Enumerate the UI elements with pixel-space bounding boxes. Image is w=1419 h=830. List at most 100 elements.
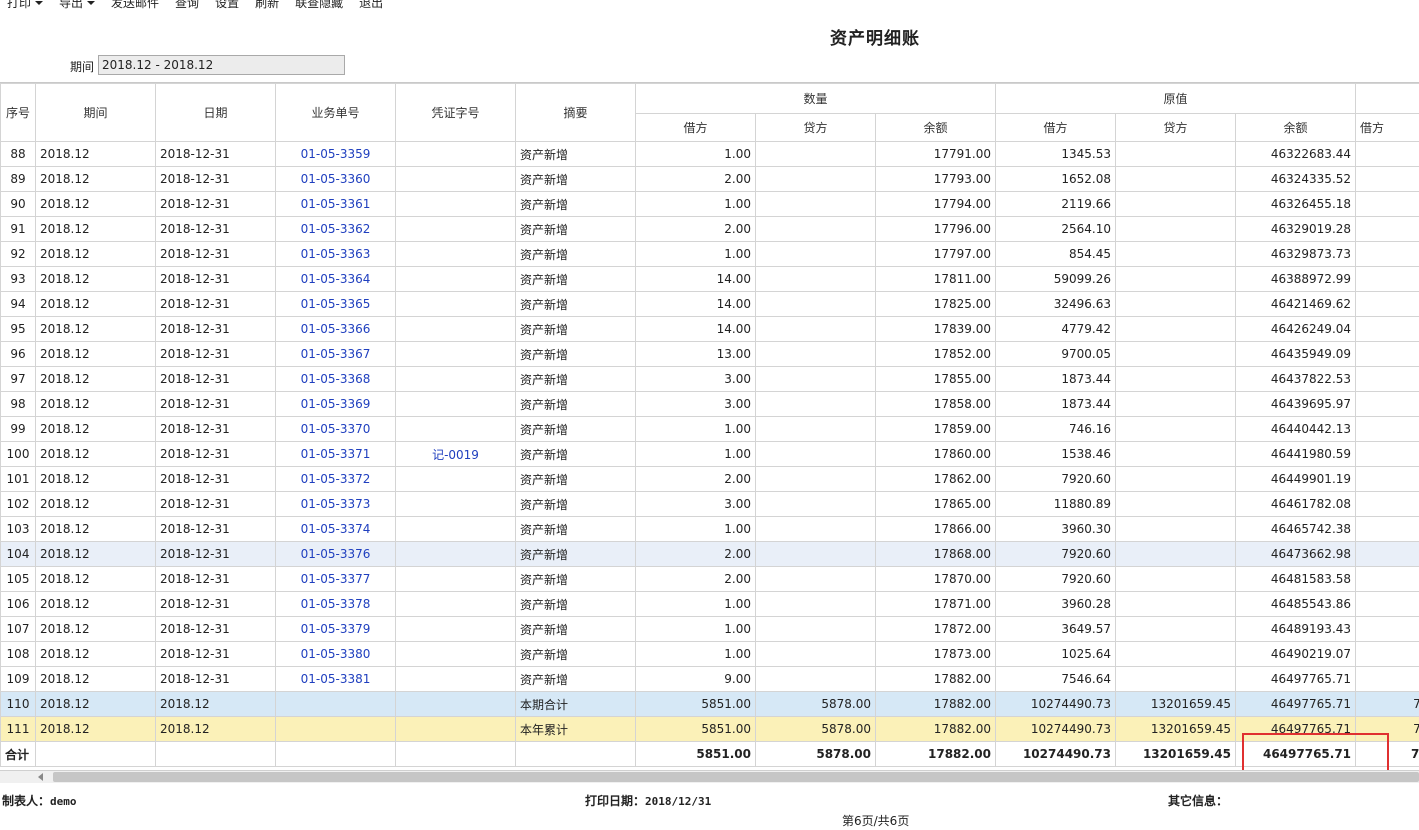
table-row[interactable]: 106 2018.12 2018-12-31 01-05-3378 资产新增 1.00 17… bbox=[0, 591, 1419, 617]
row-period: 2018.12 bbox=[35, 416, 156, 442]
row-biz-no[interactable]: 01-05-3366 bbox=[275, 316, 396, 342]
table-row[interactable]: 95 2018.12 2018-12-31 01-05-3366 资产新增 14.00 17… bbox=[0, 316, 1419, 342]
table-row[interactable]: 110 2018.12 2018.12 本期合计 5851.00 5878.00 17882… bbox=[0, 691, 1419, 717]
refresh-button[interactable]: 刷新 bbox=[248, 0, 288, 11]
joint-hide-button[interactable]: 联查隐藏 bbox=[288, 0, 352, 11]
row-biz-no[interactable]: 01-05-3368 bbox=[275, 366, 396, 392]
row-voucher bbox=[395, 341, 516, 367]
header-date[interactable]: 日期 bbox=[155, 83, 276, 142]
row-qty-credit bbox=[755, 391, 876, 417]
row-qty-credit bbox=[755, 591, 876, 617]
header-next-group bbox=[1355, 83, 1419, 114]
row-qty-balance: 17793.00 bbox=[874, 166, 997, 192]
header-ov-credit[interactable]: 贷方 bbox=[1115, 113, 1237, 142]
row-voucher bbox=[395, 666, 516, 692]
row-biz-no[interactable]: 01-05-3380 bbox=[275, 641, 396, 667]
table-row[interactable]: 109 2018.12 2018-12-31 01-05-3381 资产新增 9.00 17… bbox=[0, 666, 1419, 692]
row-biz-no[interactable]: 01-05-3359 bbox=[275, 141, 396, 167]
table-row[interactable]: 104 2018.12 2018-12-31 01-05-3376 资产新增 2.00 17… bbox=[0, 541, 1419, 567]
header-period[interactable]: 期间 bbox=[35, 83, 156, 142]
row-biz-no[interactable]: 01-05-3371 bbox=[275, 441, 396, 467]
scroll-left-icon[interactable] bbox=[38, 773, 43, 781]
row-ov-debit: 9700.05 bbox=[995, 341, 1117, 367]
table-row[interactable]: 111 2018.12 2018.12 本年累计 5851.00 5878.00 17882… bbox=[0, 716, 1419, 742]
query-button[interactable]: 查询 bbox=[168, 0, 208, 11]
header-qty-balance[interactable]: 余额 bbox=[874, 113, 997, 142]
table-row[interactable]: 92 2018.12 2018-12-31 01-05-3363 资产新增 1.00 177… bbox=[0, 241, 1419, 267]
table-row[interactable]: 98 2018.12 2018-12-31 01-05-3369 资产新增 3.00 178… bbox=[0, 391, 1419, 417]
horizontal-scrollbar[interactable] bbox=[0, 770, 1419, 783]
row-ov-debit: 59099.26 bbox=[995, 266, 1117, 292]
table-row[interactable]: 97 2018.12 2018-12-31 01-05-3368 资产新增 3.00 178… bbox=[0, 366, 1419, 392]
row-ov-credit bbox=[1115, 316, 1237, 342]
row-biz-no[interactable]: 01-05-3378 bbox=[275, 591, 396, 617]
row-qty-debit: 3.00 bbox=[635, 366, 756, 392]
table-row[interactable]: 102 2018.12 2018-12-31 01-05-3373 资产新增 3.00 17… bbox=[0, 491, 1419, 517]
ledger-grid[interactable]: 序号 期间 日期 业务单号 凭证字号 摘要 数量 原值 借方 贷方 余额 借方 … bbox=[0, 82, 1419, 771]
row-biz-no[interactable]: 01-05-3376 bbox=[275, 541, 396, 567]
row-biz-no[interactable]: 01-05-3369 bbox=[275, 391, 396, 417]
print-menu[interactable]: 打印 bbox=[0, 0, 52, 11]
export-menu[interactable]: 导出 bbox=[52, 0, 104, 11]
row-biz-no[interactable]: 01-05-3361 bbox=[275, 191, 396, 217]
table-row[interactable]: 94 2018.12 2018-12-31 01-05-3365 资产新增 14.00 17… bbox=[0, 291, 1419, 317]
row-summary: 资产新增 bbox=[515, 316, 636, 342]
row-seq: 92 bbox=[0, 241, 36, 267]
table-row[interactable]: 88 2018.12 2018-12-31 01-05-3359 资产新增 1.00 177… bbox=[0, 141, 1419, 167]
row-biz-no[interactable]: 01-05-3360 bbox=[275, 166, 396, 192]
row-qty-credit bbox=[755, 516, 876, 542]
row-biz-no[interactable]: 01-05-3379 bbox=[275, 616, 396, 642]
row-biz-no[interactable]: 01-05-3381 bbox=[275, 666, 396, 692]
row-period: 2018.12 bbox=[35, 566, 156, 592]
header-qty-debit[interactable]: 借方 bbox=[635, 113, 756, 142]
row-seq: 101 bbox=[0, 466, 36, 492]
table-row[interactable]: 99 2018.12 2018-12-31 01-05-3370 资产新增 1.00 178… bbox=[0, 416, 1419, 442]
table-row[interactable]: 105 2018.12 2018-12-31 01-05-3377 资产新增 2.00 17… bbox=[0, 566, 1419, 592]
header-qty-credit[interactable]: 贷方 bbox=[755, 113, 876, 142]
row-extra bbox=[1355, 591, 1419, 617]
header-voucher[interactable]: 凭证字号 bbox=[395, 83, 516, 142]
row-summary: 资产新增 bbox=[515, 441, 636, 467]
row-qty-debit: 1.00 bbox=[635, 416, 756, 442]
table-row[interactable]: 101 2018.12 2018-12-31 01-05-3372 资产新增 2.00 17… bbox=[0, 466, 1419, 492]
exit-button[interactable]: 退出 bbox=[352, 0, 392, 11]
table-row[interactable]: 107 2018.12 2018-12-31 01-05-3379 资产新增 1.00 17… bbox=[0, 616, 1419, 642]
row-biz-no[interactable]: 01-05-3367 bbox=[275, 341, 396, 367]
row-biz-no[interactable]: 01-05-3363 bbox=[275, 241, 396, 267]
row-qty-credit bbox=[755, 241, 876, 267]
settings-button[interactable]: 设置 bbox=[208, 0, 248, 11]
row-biz-no[interactable]: 01-05-3370 bbox=[275, 416, 396, 442]
row-biz-no[interactable]: 01-05-3373 bbox=[275, 491, 396, 517]
row-qty-credit bbox=[755, 291, 876, 317]
header-ov-debit[interactable]: 借方 bbox=[995, 113, 1117, 142]
row-qty-debit: 1.00 bbox=[635, 141, 756, 167]
row-ov-credit bbox=[1115, 466, 1237, 492]
header-seq[interactable]: 序号 bbox=[0, 83, 36, 142]
table-row[interactable]: 90 2018.12 2018-12-31 01-05-3361 资产新增 1.00 177… bbox=[0, 191, 1419, 217]
table-row[interactable]: 91 2018.12 2018-12-31 01-05-3362 资产新增 2.00 177… bbox=[0, 216, 1419, 242]
row-voucher bbox=[395, 541, 516, 567]
row-extra bbox=[1355, 291, 1419, 317]
table-row[interactable]: 96 2018.12 2018-12-31 01-05-3367 资产新增 13.00 17… bbox=[0, 341, 1419, 367]
table-row[interactable]: 100 2018.12 2018-12-31 01-05-3371 记-0019 资产新增… bbox=[0, 441, 1419, 467]
table-row[interactable]: 108 2018.12 2018-12-31 01-05-3380 资产新增 1.00 17… bbox=[0, 641, 1419, 667]
table-row[interactable]: 93 2018.12 2018-12-31 01-05-3364 资产新增 14.00 17… bbox=[0, 266, 1419, 292]
row-extra bbox=[1355, 516, 1419, 542]
row-voucher[interactable]: 记-0019 bbox=[395, 441, 516, 467]
send-mail-button[interactable]: 发送邮件 bbox=[104, 0, 168, 11]
table-row[interactable]: 103 2018.12 2018-12-31 01-05-3374 资产新增 1.00 17… bbox=[0, 516, 1419, 542]
scrollbar-thumb[interactable] bbox=[53, 772, 1419, 782]
row-extra bbox=[1355, 466, 1419, 492]
row-biz-no[interactable]: 01-05-3365 bbox=[275, 291, 396, 317]
row-biz-no[interactable]: 01-05-3362 bbox=[275, 216, 396, 242]
header-next-debit[interactable]: 借方 bbox=[1355, 113, 1419, 142]
header-biz-no[interactable]: 业务单号 bbox=[275, 83, 396, 142]
header-summary[interactable]: 摘要 bbox=[515, 83, 636, 142]
row-biz-no[interactable]: 01-05-3364 bbox=[275, 266, 396, 292]
row-biz-no[interactable]: 01-05-3372 bbox=[275, 466, 396, 492]
table-row[interactable]: 89 2018.12 2018-12-31 01-05-3360 资产新增 2.00 177… bbox=[0, 166, 1419, 192]
row-biz-no[interactable]: 01-05-3377 bbox=[275, 566, 396, 592]
period-input[interactable] bbox=[98, 55, 345, 75]
header-ov-balance[interactable]: 余额 bbox=[1235, 113, 1357, 142]
row-biz-no[interactable]: 01-05-3374 bbox=[275, 516, 396, 542]
